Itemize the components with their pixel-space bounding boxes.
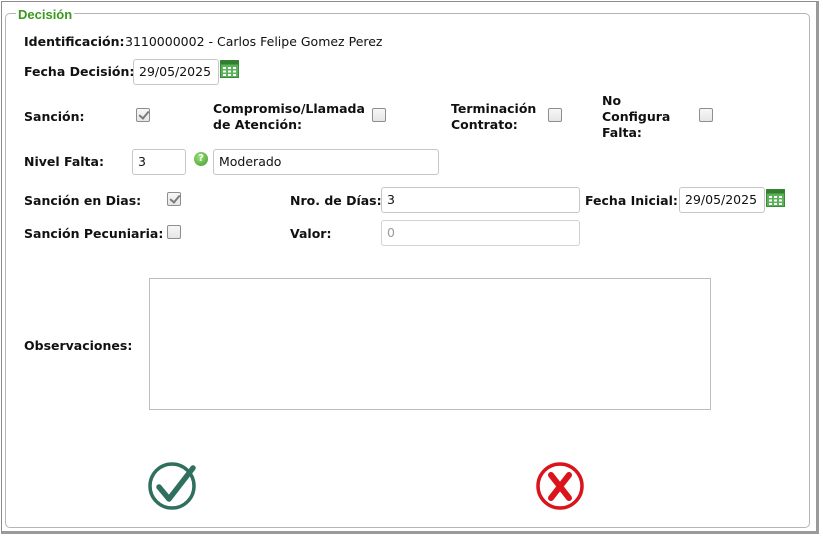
nivel-falta-label: Nivel Falta: [24, 154, 104, 169]
nro-dias-label: Nro. de Días: [290, 193, 382, 208]
identificacion-label: Identificación: [24, 34, 125, 49]
sancion-pecuniaria-checkbox[interactable] [167, 225, 181, 239]
decision-fieldset [5, 13, 810, 528]
fecha-decision-input[interactable]: 29/05/2025 [133, 59, 219, 85]
sancion-pecuniaria-label: Sanción Pecuniaria: [24, 226, 164, 241]
observaciones-label: Observaciones: [24, 338, 133, 353]
identificacion-value: 3110000002 - Carlos Felipe Gomez Perez [125, 34, 383, 49]
cancel-x-icon[interactable] [535, 461, 585, 511]
terminacion-checkbox[interactable] [548, 108, 562, 122]
calendar-icon[interactable] [220, 60, 239, 78]
sancion-label: Sanción: [24, 109, 85, 124]
fieldset-legend: Decisión [16, 7, 75, 22]
fecha-inicial-label: Fecha Inicial: [585, 193, 678, 208]
compromiso-label: Compromiso/Llamada de Atención: [213, 101, 365, 133]
calendar-icon[interactable] [766, 189, 785, 207]
accept-check-icon[interactable] [147, 460, 199, 512]
terminacion-label: Terminación Contrato: [451, 101, 536, 133]
nivel-falta-code-input[interactable]: 3 [132, 149, 186, 175]
no-configura-checkbox[interactable] [699, 108, 713, 122]
fecha-decision-label: Fecha Decisión: [24, 64, 135, 79]
no-configura-label-line3: Falta: [602, 125, 642, 140]
fecha-inicial-input[interactable]: 29/05/2025 [679, 187, 765, 213]
no-configura-label: No Configura Falta: [602, 93, 670, 141]
sancion-checkbox[interactable] [136, 108, 150, 122]
valor-input[interactable]: 0 [381, 220, 580, 246]
no-configura-label-line1: No [602, 93, 622, 108]
valor-label: Valor: [290, 226, 332, 241]
compromiso-label-line1: Compromiso/Llamada [213, 101, 365, 116]
compromiso-checkbox[interactable] [372, 108, 386, 122]
terminacion-label-line1: Terminación [451, 101, 537, 116]
nro-dias-input[interactable]: 3 [381, 187, 580, 213]
no-configura-label-line2: Configura [602, 109, 671, 124]
observaciones-textarea[interactable] [149, 278, 711, 410]
nivel-falta-description: Moderado [213, 149, 439, 175]
sancion-dias-label: Sanción en Dias: [24, 193, 142, 208]
terminacion-label-line2: Contrato: [451, 117, 518, 132]
compromiso-label-line2: de Atención: [213, 117, 302, 132]
help-icon[interactable]: ? [194, 152, 208, 166]
sancion-dias-checkbox[interactable] [167, 192, 181, 206]
